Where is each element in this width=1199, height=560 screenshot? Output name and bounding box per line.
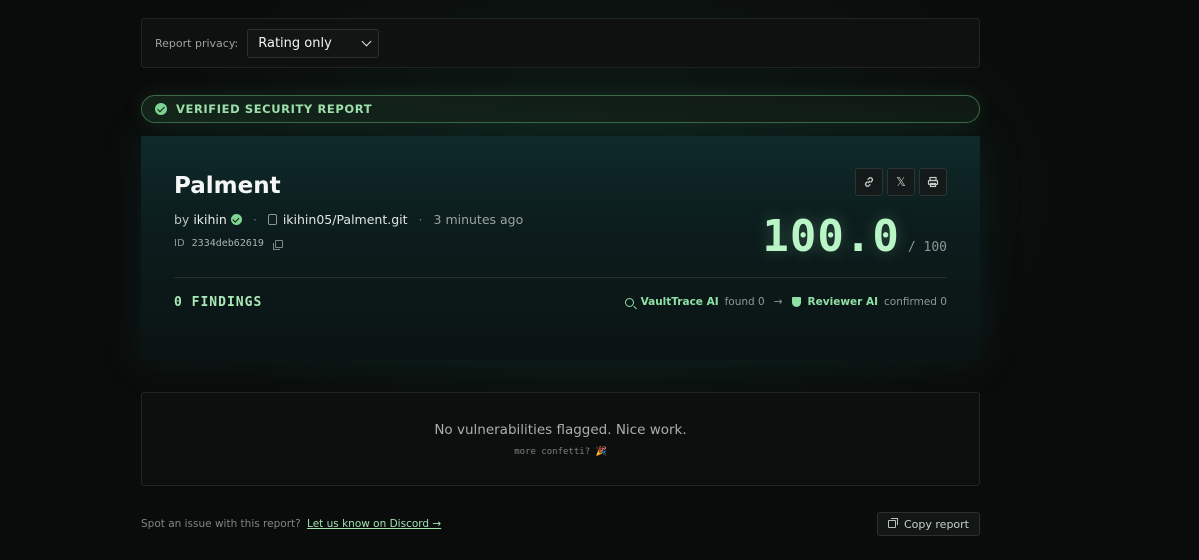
print-icon <box>927 176 939 188</box>
copy-report-label: Copy report <box>904 517 969 531</box>
shield-icon <box>791 297 801 307</box>
footer-text: Spot an issue with this report? Let us k… <box>141 518 441 530</box>
link-icon <box>864 177 874 187</box>
scanner-stat: found 0 <box>724 296 765 308</box>
empty-state: No vulnerabilities flagged. Nice work. m… <box>141 392 980 486</box>
arrow-right-icon: → <box>773 296 783 308</box>
chevron-down-icon <box>361 36 372 46</box>
by-prefix: by <box>174 212 190 227</box>
copy-icon <box>888 518 898 528</box>
discord-link[interactable]: Let us know on Discord → <box>307 518 441 530</box>
copy-link-button[interactable] <box>855 168 883 196</box>
privacy-label: Report privacy: <box>155 36 239 50</box>
x-icon: 𝕏 <box>896 175 906 189</box>
report-id: 2334deb62619 <box>191 238 264 249</box>
report-title: Palment <box>174 173 281 199</box>
scan-pipeline: VaultTrace AI found 0 → Reviewer AI conf… <box>624 296 947 308</box>
report-id-row: ID 2334deb62619 <box>174 238 283 250</box>
report-actions: 𝕏 <box>855 168 947 196</box>
author-name[interactable]: ikihin <box>193 212 227 227</box>
score-value: 100.0 <box>762 211 900 262</box>
verified-check-icon <box>155 103 167 115</box>
report-time: 3 minutes ago <box>433 212 524 227</box>
empty-message: No vulnerabilities flagged. Nice work. <box>434 422 687 438</box>
footer: Spot an issue with this report? Let us k… <box>141 512 980 536</box>
copy-report-button[interactable]: Copy report <box>877 512 980 536</box>
reviewer-name: Reviewer AI <box>807 296 879 308</box>
report-card: Palment by ikihin · ikihin05/Palment.git… <box>141 136 980 360</box>
privacy-select-value: Rating only <box>258 35 332 51</box>
findings-count: 0 FINDINGS <box>174 295 263 310</box>
verified-label: VERIFIED SECURITY REPORT <box>176 102 373 116</box>
privacy-select[interactable]: Rating only <box>247 28 380 58</box>
footer-message: Spot an issue with this report? <box>141 518 301 530</box>
score: 100.0 / 100 <box>762 211 947 262</box>
divider <box>174 277 947 278</box>
id-label: ID <box>174 238 185 249</box>
privacy-bar: Report privacy: Rating only <box>141 18 980 68</box>
author-verified-icon <box>230 214 242 225</box>
score-max: / 100 <box>907 240 947 255</box>
scanner-name: VaultTrace AI <box>640 296 719 308</box>
print-button[interactable] <box>919 168 947 196</box>
confetti-link[interactable]: more confetti? 🎉 <box>142 447 979 457</box>
search-icon <box>624 297 634 307</box>
copy-id-icon[interactable] <box>272 239 283 250</box>
reviewer-stat: confirmed 0 <box>884 296 947 308</box>
share-x-button[interactable]: 𝕏 <box>887 168 915 196</box>
repo-link[interactable]: ikihin05/Palment.git <box>283 212 408 227</box>
verified-banner: VERIFIED SECURITY REPORT <box>141 95 980 123</box>
report-meta: by ikihin · ikihin05/Palment.git · 3 min… <box>174 212 523 227</box>
meta-separator: · <box>252 212 257 227</box>
meta-separator: · <box>418 212 423 227</box>
repo-icon <box>267 214 277 225</box>
